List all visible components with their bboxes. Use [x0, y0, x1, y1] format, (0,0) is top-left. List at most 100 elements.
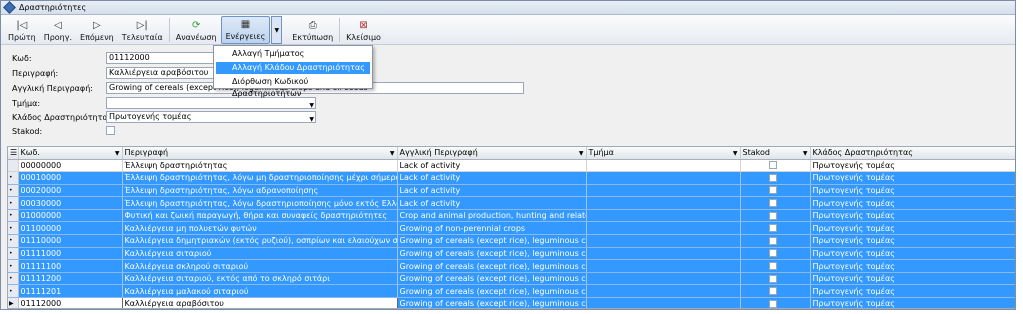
- actions-button[interactable]: ▦ Ενέργειες: [220, 16, 271, 44]
- cell-code[interactable]: 01111000: [18, 247, 123, 261]
- cell-sector[interactable]: Πρωτογενής τομέας: [810, 184, 1015, 198]
- row-indicator[interactable]: •: [8, 259, 19, 273]
- cell-department[interactable]: [586, 184, 741, 198]
- cell-sector[interactable]: Πρωτογενής τομέας: [810, 221, 1015, 236]
- row-indicator[interactable]: [8, 159, 19, 173]
- cell-stakod[interactable]: [740, 297, 811, 308]
- cell-department[interactable]: [586, 209, 741, 223]
- print-button[interactable]: ⎙ Εκτύπωση: [288, 16, 337, 44]
- cell-english-description[interactable]: Growing of cereals (except rice), legumi…: [397, 284, 587, 299]
- stakod-checkbox[interactable]: [768, 287, 777, 296]
- stakod-checkbox[interactable]: [768, 199, 777, 208]
- row-indicator[interactable]: •: [8, 284, 19, 299]
- cell-code[interactable]: 01112000: [17, 297, 123, 308]
- table-row[interactable]: • 01100000 Καλλιέργεια μη πολυετών φυτών Gr…: [8, 221, 1015, 236]
- cell-stakod[interactable]: [740, 196, 811, 210]
- menu-item-fix-activity-code[interactable]: Διόρθωση Κωδικού Δραστηριοτήτων: [216, 76, 370, 98]
- cell-english-description[interactable]: Crop and animal production, hunting and …: [397, 209, 587, 223]
- stakod-checkbox[interactable]: [768, 211, 777, 220]
- cell-stakod[interactable]: [740, 209, 811, 223]
- close-button[interactable]: ⊠ Κλείσιμο: [342, 16, 385, 44]
- cell-description[interactable]: Έλλειψη δραστηριότητας: [122, 159, 398, 173]
- cell-department[interactable]: [586, 221, 741, 236]
- stakod-checkbox[interactable]: [768, 299, 777, 308]
- row-indicator[interactable]: •: [8, 272, 19, 286]
- column-header-sector[interactable]: Κλάδος Δραστηριότητας: [810, 147, 1015, 160]
- row-indicator[interactable]: •: [8, 209, 19, 223]
- cell-code[interactable]: 00020000: [18, 184, 123, 198]
- cell-department[interactable]: [586, 159, 741, 173]
- column-header-stakod[interactable]: Stakod ▼: [740, 147, 811, 160]
- cell-english-description[interactable]: Lack of activity: [397, 159, 587, 173]
- cell-stakod[interactable]: [740, 234, 811, 248]
- description-field[interactable]: Καλλιέργεια αραβόσιτου: [106, 67, 216, 79]
- table-row[interactable]: • 00030000 Έλλειψη δραστηριότητας, λόγω δρ…: [8, 196, 1015, 210]
- cell-english-description[interactable]: Lack of activity: [397, 196, 587, 210]
- cell-english-description[interactable]: Growing of cereals (except rice), legumi…: [397, 247, 587, 261]
- cell-code[interactable]: 00000000: [18, 159, 123, 173]
- cell-description[interactable]: Έλλειψη δραστηριότητας, λόγω αδρανοποίησ…: [122, 184, 398, 198]
- table-row[interactable]: • 01111200 Καλλιέργεια σιταριού, εκτός από…: [8, 272, 1015, 286]
- table-row[interactable]: • 01111100 Καλλιέργεια σκληρού σιταριού Gro…: [8, 259, 1015, 273]
- filter-icon[interactable]: ▼: [115, 150, 120, 157]
- cell-sector[interactable]: Πρωτογενής τομέας: [810, 209, 1015, 223]
- cell-english-description[interactable]: Growing of cereals (except rice), legumi…: [397, 272, 587, 286]
- row-indicator[interactable]: •: [8, 184, 19, 198]
- stakod-checkbox[interactable]: [768, 249, 777, 258]
- cell-stakod[interactable]: [740, 159, 811, 173]
- cell-stakod[interactable]: [740, 171, 811, 185]
- cell-department[interactable]: [586, 272, 741, 286]
- cell-english-description[interactable]: Lack of activity: [397, 184, 587, 198]
- last-button[interactable]: ▷| Τελευταία: [118, 16, 167, 44]
- cell-stakod[interactable]: [740, 184, 811, 198]
- cell-stakod[interactable]: [740, 247, 811, 261]
- code-field[interactable]: 01112000: [106, 52, 216, 64]
- refresh-button[interactable]: ⟳ Ανανέωση: [172, 16, 221, 44]
- cell-description[interactable]: Καλλιέργεια σκληρού σιταριού: [122, 259, 398, 273]
- table-row[interactable]: • 00020000 Έλλειψη δραστηριότητας, λόγω αδ…: [8, 184, 1015, 198]
- cell-sector[interactable]: Πρωτογενής τομέας: [810, 272, 1015, 286]
- cell-department[interactable]: [586, 247, 741, 261]
- row-indicator[interactable]: •: [8, 196, 19, 210]
- table-row[interactable]: • 01000000 Φυτική και ζωική παραγωγή, θήρα…: [8, 209, 1015, 223]
- table-row[interactable]: • 01111000 Καλλιέργεια σιταριού Growing of …: [8, 247, 1015, 261]
- stakod-checkbox[interactable]: [768, 161, 777, 170]
- cell-description[interactable]: Καλλιέργεια δημητριακών (εκτός ρυζιού), …: [122, 234, 398, 248]
- row-indicator[interactable]: •: [8, 171, 19, 185]
- stakod-checkbox[interactable]: [768, 236, 777, 245]
- filter-icon[interactable]: ▼: [579, 150, 584, 157]
- cell-description[interactable]: Καλλιέργεια μη πολυετών φυτών: [122, 221, 398, 236]
- row-indicator[interactable]: •: [8, 234, 19, 248]
- cell-department[interactable]: [586, 259, 741, 273]
- cell-code[interactable]: 01111200: [18, 272, 123, 286]
- cell-stakod[interactable]: [740, 221, 811, 236]
- column-header-department[interactable]: Τμήμα ▼: [586, 147, 741, 160]
- filter-icon[interactable]: ▼: [803, 150, 808, 157]
- cell-english-description[interactable]: Growing of cereals (except rice), legumi…: [397, 297, 587, 308]
- cell-description[interactable]: Καλλιέργεια σιταριού: [122, 247, 398, 261]
- cell-stakod[interactable]: [740, 272, 811, 286]
- next-button[interactable]: ▷ Επόμενη: [76, 16, 118, 44]
- sector-select[interactable]: Πρωτογενής τομέας ▼: [106, 111, 316, 123]
- cell-stakod[interactable]: [740, 284, 811, 299]
- cell-sector[interactable]: Πρωτογενής τομέας: [810, 159, 1015, 173]
- cell-sector[interactable]: Πρωτογενής τομέας: [810, 247, 1015, 261]
- menu-item-change-sector[interactable]: Αλλαγή Κλάδου Δραστηριότητας: [216, 62, 370, 74]
- stakod-checkbox[interactable]: [768, 173, 777, 182]
- stakod-checkbox[interactable]: [768, 186, 777, 195]
- row-indicator[interactable]: ▶: [8, 297, 19, 308]
- stakod-checkbox[interactable]: [768, 224, 777, 233]
- filter-icon[interactable]: ▼: [733, 150, 738, 157]
- cell-code[interactable]: 01111100: [18, 259, 123, 273]
- cell-description[interactable]: Έλλειψη δραστηριότητας, λόγω μη δραστηρι…: [122, 171, 398, 185]
- first-button[interactable]: |◁ Πρώτη: [4, 16, 40, 44]
- actions-dropdown-arrow[interactable]: ▼: [271, 16, 283, 44]
- table-row[interactable]: • 01111201 Καλλιέργεια μαλακού σιταριού Gro…: [8, 284, 1015, 299]
- cell-code[interactable]: 01111201: [18, 284, 123, 299]
- cell-description[interactable]: Καλλιέργεια αραβόσιτου: [121, 297, 398, 308]
- cell-sector[interactable]: Πρωτογενής τομέας: [810, 196, 1015, 210]
- cell-department[interactable]: [586, 196, 741, 210]
- column-header-description[interactable]: Περιγραφή ▼: [122, 147, 398, 160]
- table-row[interactable]: • 01110000 Καλλιέργεια δημητριακών (εκτός …: [8, 234, 1015, 248]
- table-row[interactable]: • 00010000 Έλλειψη δραστηριότητας, λόγω μη…: [8, 171, 1015, 185]
